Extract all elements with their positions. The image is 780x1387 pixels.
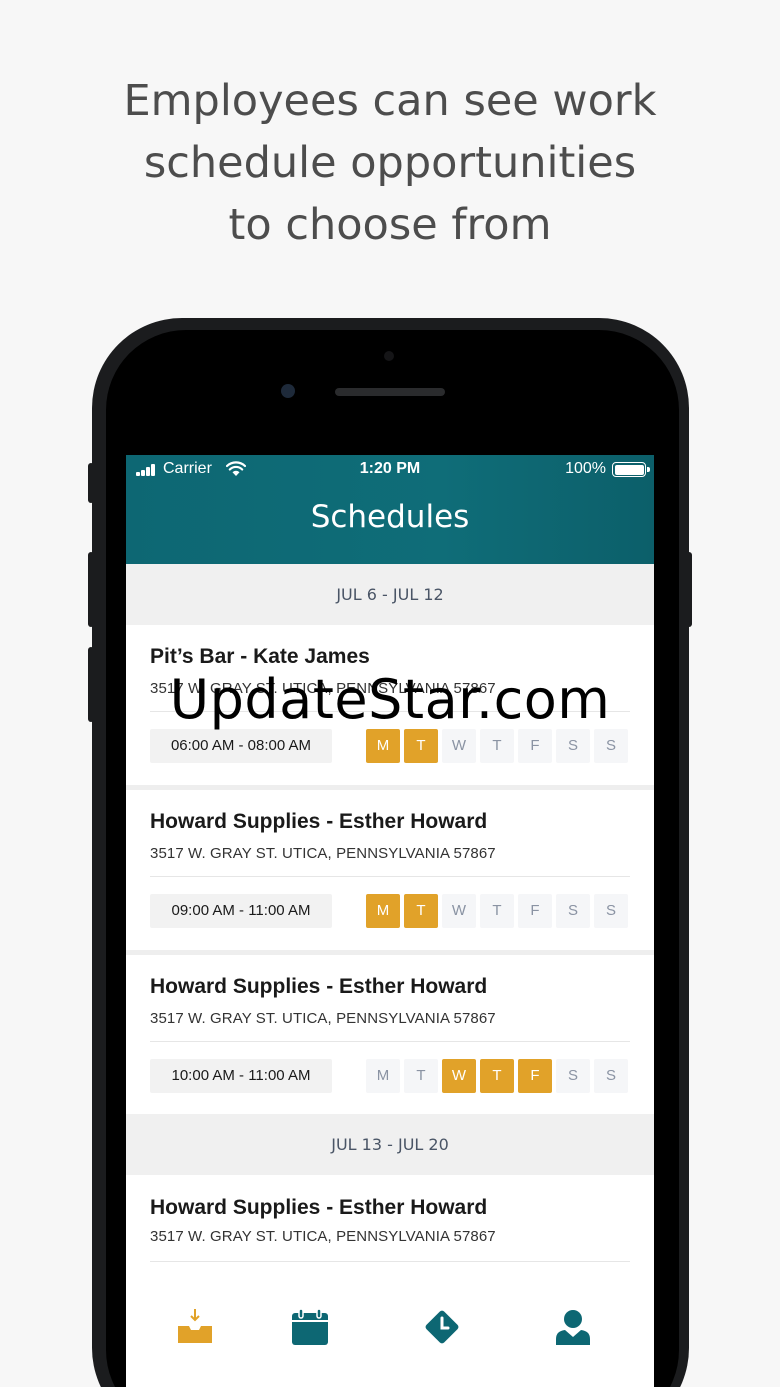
day-toggle[interactable]: S	[594, 894, 628, 928]
headline-line-1: Employees can see work	[123, 76, 657, 126]
day-toggle[interactable]: S	[556, 1059, 590, 1093]
schedule-card[interactable]: Howard Supplies - Esther Howard 3517 W. …	[126, 955, 654, 1115]
day-toggle[interactable]: M	[366, 894, 400, 928]
day-toggle[interactable]: T	[480, 729, 514, 763]
tab-bar	[126, 1287, 654, 1387]
week-header: JUL 13 - JUL 20	[126, 1114, 654, 1175]
phone-speaker	[335, 388, 445, 396]
user-icon[interactable]	[553, 1307, 593, 1347]
day-toggle[interactable]: W	[442, 1059, 476, 1093]
schedule-address: 3517 W. GRAY ST. UTICA, PENNSYLVANIA 578…	[150, 1228, 496, 1245]
day-toggle[interactable]: S	[594, 729, 628, 763]
divider	[150, 876, 630, 877]
schedule-title: Pit’s Bar - Kate James	[150, 645, 370, 668]
schedule-card[interactable]: Howard Supplies - Esther Howard 3517 W. …	[126, 1175, 654, 1287]
schedule-address: 3517 W. GRAY ST. UTICA, PENNSYLVANIA 578…	[150, 845, 496, 862]
day-toggle[interactable]: T	[404, 1059, 438, 1093]
clock-icon[interactable]	[422, 1307, 462, 1347]
watermark: UpdateStar.com	[169, 668, 611, 731]
battery-percent: 100%	[565, 460, 606, 477]
battery-icon	[612, 462, 650, 477]
divider	[150, 1041, 630, 1042]
day-toggle[interactable]: W	[442, 894, 476, 928]
page: Employees can see work schedule opportun…	[0, 0, 780, 1387]
schedule-card[interactable]: Howard Supplies - Esther Howard 3517 W. …	[126, 790, 654, 950]
day-toggle[interactable]: W	[442, 729, 476, 763]
week-header: JUL 6 - JUL 12	[126, 564, 654, 625]
app-header: Carrier 1:20 PM 100% Schedules	[126, 455, 654, 564]
inbox-download-icon[interactable]	[175, 1307, 215, 1347]
day-toggle[interactable]: T	[480, 894, 514, 928]
day-toggle[interactable]: M	[366, 1059, 400, 1093]
calendar-icon[interactable]	[290, 1307, 330, 1347]
day-toggle[interactable]: T	[404, 894, 438, 928]
schedule-title: Howard Supplies - Esther Howard	[150, 810, 488, 833]
schedule-time: 10:00 AM - 11:00 AM	[150, 1059, 332, 1093]
schedule-time: 06:00 AM - 08:00 AM	[150, 729, 332, 763]
front-camera	[281, 384, 295, 398]
phone-sensor	[384, 351, 394, 361]
day-toggle[interactable]: T	[404, 729, 438, 763]
schedule-title: Howard Supplies - Esther Howard	[150, 1196, 488, 1219]
day-toggle[interactable]: F	[518, 1059, 552, 1093]
day-toggle[interactable]: S	[556, 729, 590, 763]
day-toggle[interactable]: S	[556, 894, 590, 928]
divider	[150, 1261, 630, 1262]
status-bar: Carrier 1:20 PM 100%	[126, 459, 654, 481]
headline-line-2: schedule opportunities	[143, 138, 637, 188]
phone-screen: Carrier 1:20 PM 100% Schedules JUL 6 - J…	[126, 455, 654, 1387]
day-toggle[interactable]: T	[480, 1059, 514, 1093]
schedule-address: 3517 W. GRAY ST. UTICA, PENNSYLVANIA 578…	[150, 1010, 496, 1027]
headline: Employees can see work schedule opportun…	[0, 70, 780, 256]
headline-line-3: to choose from	[228, 200, 552, 250]
page-title: Schedules	[310, 499, 470, 535]
day-toggle[interactable]: S	[594, 1059, 628, 1093]
day-toggle[interactable]: M	[366, 729, 400, 763]
day-toggle[interactable]: F	[518, 894, 552, 928]
schedule-title: Howard Supplies - Esther Howard	[150, 975, 488, 998]
schedule-time: 09:00 AM - 11:00 AM	[150, 894, 332, 928]
day-toggle[interactable]: F	[518, 729, 552, 763]
